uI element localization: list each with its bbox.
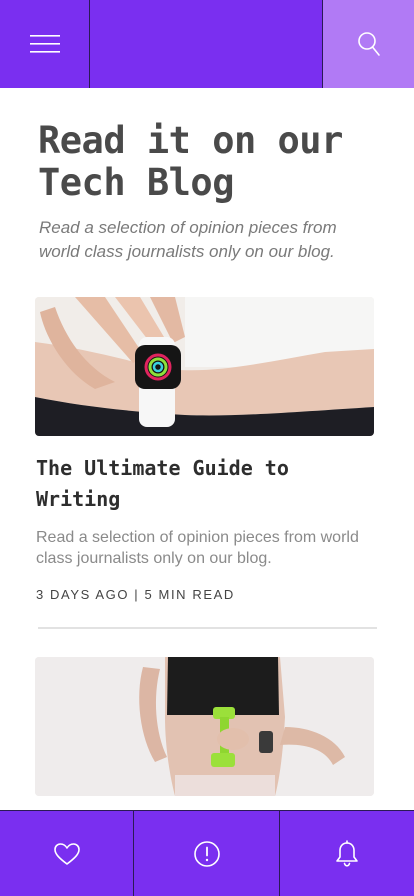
alert-circle-icon [193,841,220,867]
menu-button[interactable] [0,0,90,88]
bottom-nav [0,810,414,896]
heart-icon [53,843,80,865]
nav-favorites-button[interactable] [0,811,134,896]
nav-notifications-button[interactable] [280,811,414,896]
search-icon [357,32,380,56]
main-content: Read it on our Tech Blog Read a selectio… [0,88,414,810]
header-center [90,0,323,88]
post-meta: 3 DAYS AGO | 5 MIN READ [36,587,235,602]
post-title[interactable]: The Ultimate Guide to Writing [36,453,376,515]
post-image-smartwatch[interactable] [35,297,374,436]
hamburger-menu-icon [29,35,60,53]
post-image-fitness[interactable] [35,657,374,796]
smartwatch-on-wrist-photo [35,297,374,436]
post-divider [38,627,377,629]
page-subtitle: Read a selection of opinion pieces from … [39,218,337,261]
woman-with-dumbbell-photo [35,657,374,796]
post-excerpt: Read a selection of opinion pieces from … [36,529,359,567]
page-title: Read it on our Tech Blog [38,119,343,204]
search-button[interactable] [323,0,414,88]
nav-alerts-button[interactable] [134,811,280,896]
top-bar [0,0,414,88]
bell-icon [336,840,358,867]
